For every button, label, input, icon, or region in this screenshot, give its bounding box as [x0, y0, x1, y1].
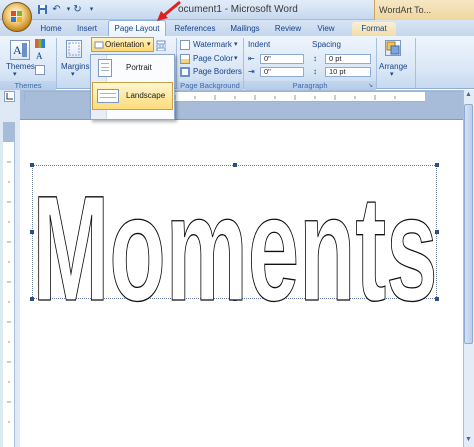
themes-dropdown-icon[interactable]: ▾ — [13, 70, 17, 78]
spacing-before-icon: ↕ — [313, 54, 317, 63]
tab-selector-icon[interactable] — [4, 91, 15, 102]
office-logo-icon — [11, 11, 22, 22]
wordart-tools-context-title: WordArt To... — [374, 0, 474, 20]
tab-home[interactable]: Home — [36, 22, 66, 36]
orientation-icon — [94, 41, 104, 49]
margins-icon[interactable] — [66, 40, 82, 58]
page-borders-button[interactable]: Page Borders — [193, 67, 242, 76]
watermark-icon[interactable] — [180, 40, 190, 50]
theme-colors-icon[interactable] — [35, 39, 45, 48]
watermark-button[interactable]: Watermark — [193, 40, 232, 49]
paragraph-group-label: Paragraph — [244, 81, 376, 90]
margins-dropdown-icon[interactable]: ▾ — [71, 70, 75, 78]
portrait-label: Portrait — [126, 63, 152, 72]
tab-page-layout[interactable]: Page Layout — [108, 20, 166, 37]
page-color-dropdown-icon[interactable]: ▾ — [234, 54, 238, 62]
ribbon-separator — [415, 38, 416, 88]
menu-item-portrait[interactable]: Portrait — [91, 56, 174, 80]
spacing-label: Spacing — [312, 40, 341, 49]
landscape-label: Landscape — [126, 91, 166, 100]
page-color-button[interactable]: Page Color — [193, 54, 233, 63]
landscape-icon — [97, 89, 119, 103]
wordart-moments[interactable]: Moments — [30, 160, 440, 305]
scrollbar-thumb[interactable] — [464, 104, 473, 344]
document-title: ocument1 - Microsoft Word — [178, 4, 298, 15]
orientation-dropdown-icon: ▾ — [147, 41, 151, 48]
tab-review[interactable]: Review — [272, 22, 304, 36]
watermark-dropdown-icon[interactable]: ▾ — [234, 40, 238, 48]
spacing-after-icon: ↕ — [313, 67, 317, 76]
arrange-icon[interactable] — [385, 40, 401, 56]
svg-text:A: A — [13, 43, 22, 57]
orientation-button[interactable]: Orientation ▾ — [91, 37, 154, 52]
scroll-up-icon[interactable]: ▲ — [464, 91, 473, 102]
vertical-ruler-ticks — [3, 122, 15, 423]
indent-right-input[interactable]: 0" — [260, 67, 304, 77]
page-background-group-label: Page Background — [177, 81, 243, 90]
red-arrow-annotation-icon — [157, 0, 181, 21]
word-window: ↶ ▾ ↻ ▾ ocument1 - Microsoft Word WordAr… — [0, 0, 474, 447]
tab-format[interactable]: Format — [352, 22, 396, 36]
theme-effects-icon[interactable] — [35, 65, 45, 75]
themes-icon[interactable]: A — [10, 40, 30, 60]
office-button[interactable] — [2, 2, 32, 32]
margins-button-label[interactable]: Margins — [61, 62, 89, 71]
breaks-icon[interactable] — [156, 40, 166, 52]
tab-mailings[interactable]: Mailings — [225, 22, 265, 36]
indent-left-icon: ⇤ — [248, 54, 255, 63]
orientation-label: Orientation — [105, 40, 145, 49]
indent-right-icon: ⇥ — [248, 67, 255, 76]
menu-item-landscape[interactable]: Landscape — [92, 82, 173, 110]
paragraph-dialog-launcher-icon[interactable]: ↘ — [368, 82, 375, 89]
tab-insert[interactable]: Insert — [72, 22, 102, 36]
vertical-ruler[interactable] — [3, 122, 15, 447]
theme-fonts-icon[interactable]: A — [36, 51, 43, 61]
indent-left-input[interactable]: 0" — [260, 54, 304, 64]
customize-qat-icon[interactable]: ▾ — [85, 3, 98, 16]
wordart-text: Moments — [33, 164, 438, 305]
scroll-down-icon[interactable]: ▼ — [464, 436, 473, 446]
spacing-after-input[interactable]: 10 pt — [325, 67, 371, 77]
tab-references[interactable]: References — [172, 22, 218, 36]
indent-label: Indent — [248, 40, 271, 49]
page-borders-icon[interactable] — [180, 67, 190, 77]
tab-view[interactable]: View — [312, 22, 340, 36]
themes-group-label: Themes — [0, 81, 56, 90]
ribbon-separator — [376, 38, 377, 88]
spacing-before-input[interactable]: 0 pt — [325, 54, 371, 64]
redo-icon[interactable]: ↻ — [71, 3, 84, 16]
save-icon[interactable] — [36, 3, 49, 16]
ribbon-separator — [56, 38, 57, 88]
page-color-icon[interactable] — [180, 54, 190, 64]
themes-button-label[interactable]: Themes — [6, 62, 35, 71]
portrait-icon — [98, 59, 112, 77]
arrange-dropdown-icon[interactable]: ▾ — [390, 70, 394, 78]
